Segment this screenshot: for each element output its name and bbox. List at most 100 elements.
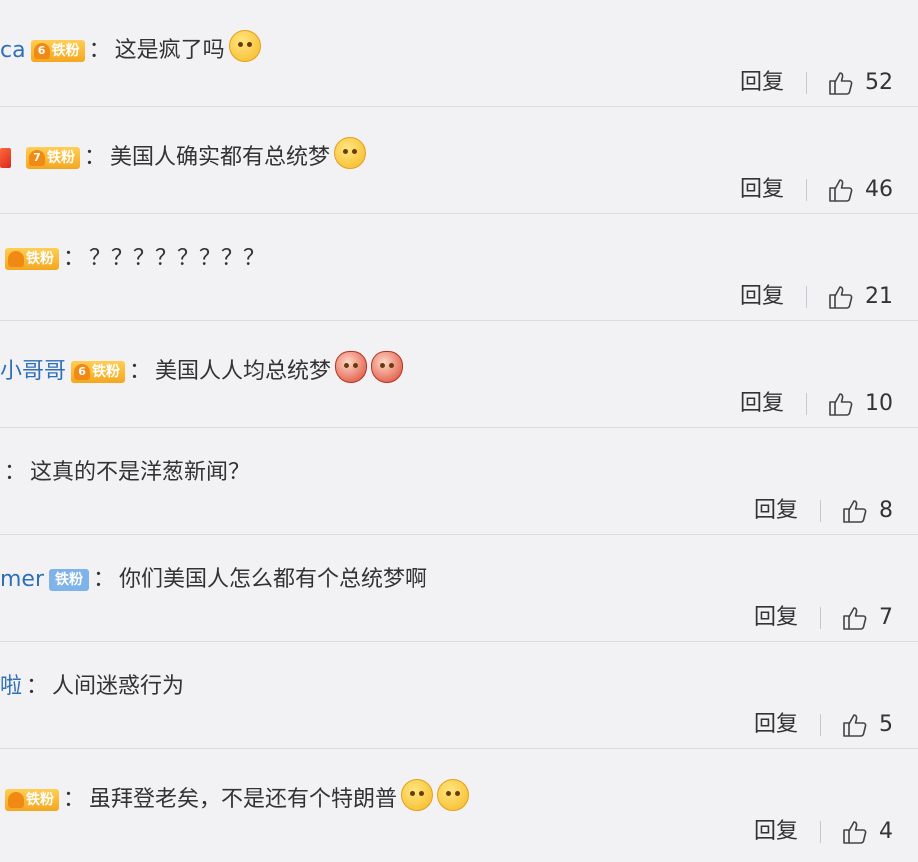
comment-item: 啦 ： 人间迷惑行为 回复 5 [0,642,918,749]
comment-text: 人间迷惑行为 [52,674,185,699]
like-count: 7 [879,605,893,630]
comment-line: 7 铁粉 ： 美国人确实都有总统梦 [0,137,367,178]
fan-badge-label: 铁粉 [26,251,54,267]
thumbs-up-icon[interactable] [827,176,855,204]
comment-line: ： 这真的不是洋葱新闻？ [0,458,250,488]
comment-actions: 回复 10 [740,389,893,419]
crown-icon: 7 [29,149,45,166]
comment-line: 小哥哥 6 铁粉 ： 美国人人均总统梦 [0,351,404,392]
comment-actions: 回复 8 [754,496,893,526]
emoji-group [225,30,261,71]
divider [820,714,821,736]
comment-actions: 回复 4 [754,817,893,847]
reply-button[interactable]: 回复 [740,282,784,312]
colon-separator: ： [4,460,27,485]
username-link[interactable]: 小哥哥 [0,357,66,387]
colon-separator: ： [93,567,116,592]
fan-badge-label: 铁粉 [47,149,75,166]
fan-badge-label: 铁粉 [55,572,84,588]
cat-emoji [334,137,367,169]
reply-button[interactable]: 回复 [740,389,784,419]
reply-button[interactable]: 回复 [754,710,798,740]
fan-badge-label: 铁粉 [92,363,121,380]
comment-text: 这是疯了吗 [114,37,225,63]
comment-item: mer 铁粉 ： 你们美国人怎么都有个总统梦啊 回复 7 [0,535,918,642]
laughing-emoji [401,779,434,811]
comment-line: 啦 ： 人间迷惑行为 [0,672,184,702]
divider [820,821,821,843]
reply-button[interactable]: 回复 [754,817,798,847]
comment-line: mer 铁粉 ： 你们美国人怎么都有个总统梦啊 [0,565,427,595]
crown-icon: 6 [74,363,91,380]
colon-separator: ： [26,674,49,699]
comment-actions: 回复 7 [754,603,893,633]
emoji-group [330,137,367,178]
divider [806,72,807,94]
username-link[interactable]: mer [0,565,44,595]
reply-button[interactable]: 回复 [740,68,784,98]
thumbs-up-icon[interactable] [841,497,869,525]
thumbs-up-icon[interactable] [827,390,855,418]
reply-button[interactable]: 回复 [754,496,798,526]
comment-actions: 回复 5 [754,710,893,740]
like-count: 46 [865,177,893,202]
comment-actions: 回复 46 [740,175,893,205]
comment-actions: 回复 21 [740,282,893,312]
comment-line: ca 6 铁粉 ： 这是疯了吗 [0,30,261,71]
emoji-group [397,779,470,820]
red-envelope-emoji [371,351,404,383]
thumbs-up-icon[interactable] [841,604,869,632]
comment-line: 铁粉 ： ？？？？？？？？ [0,244,265,274]
fan-badge-label: 铁粉 [26,791,54,808]
like-count: 10 [865,391,893,416]
colon-separator: ： [84,144,107,170]
crown-icon [8,251,24,267]
emoji-group [331,351,404,392]
colon-separator: ： [63,246,86,271]
comment-item: 铁粉 ： 虽拜登老矣，不是还有个特朗普 回复 4 [0,749,918,855]
crown-icon: 6 [33,42,50,59]
colon-separator: ： [63,786,86,812]
comment-text: 你们美国人怎么都有个总统梦啊 [119,567,428,592]
thumbs-up-icon[interactable] [827,283,855,311]
fan-badge[interactable]: 铁粉 [49,569,90,591]
avatar-fragment [0,147,11,168]
thumbs-up-icon[interactable] [841,711,869,739]
red-envelope-emoji [335,351,368,383]
comment-item: 小哥哥 6 铁粉 ： 美国人人均总统梦 回复 10 [0,321,918,428]
reply-button[interactable]: 回复 [740,175,784,205]
fan-badge-label: 铁粉 [51,42,80,59]
comment-text: 虽拜登老矣，不是还有个特朗普 [89,786,398,812]
thumbs-up-icon[interactable] [841,818,869,846]
comment-item: 7 铁粉 ： 美国人确实都有总统梦 回复 46 [0,107,918,214]
thumbs-up-icon[interactable] [827,69,855,97]
like-count: 8 [879,498,893,523]
fan-badge[interactable]: 6 铁粉 [71,360,126,383]
laughing-emoji [437,779,470,811]
colon-separator: ： [88,37,111,63]
reply-button[interactable]: 回复 [754,603,798,633]
comment-line: 铁粉 ： 虽拜登老矣，不是还有个特朗普 [0,779,470,820]
comment-item: ： 这真的不是洋葱新闻？ 回复 8 [0,428,918,535]
like-count: 4 [879,819,893,844]
like-count: 52 [865,70,893,95]
comment-item: 铁粉 ： ？？？？？？？？ 回复 21 [0,214,918,321]
comment-text: 美国人人均总统梦 [155,358,332,384]
fan-badge[interactable]: 铁粉 [5,788,59,811]
username-link[interactable]: ca [0,36,26,66]
crown-icon [8,791,24,808]
comment-text: ？？？？？？？？ [89,246,266,271]
colon-separator: ： [129,358,152,384]
comment-actions: 回复 52 [740,68,893,98]
fan-badge[interactable]: 7 铁粉 [26,146,80,169]
divider [820,607,821,629]
username-link[interactable]: 啦 [0,672,22,702]
comment-text: 美国人确实都有总统梦 [110,144,331,170]
divider [806,393,807,415]
like-count: 5 [879,712,893,737]
like-count: 21 [865,284,893,309]
comment-item: ca 6 铁粉 ： 这是疯了吗 回复 52 [0,0,918,107]
fan-badge[interactable]: 6 铁粉 [30,39,85,62]
fan-badge[interactable]: 铁粉 [5,248,59,270]
divider [806,179,807,201]
